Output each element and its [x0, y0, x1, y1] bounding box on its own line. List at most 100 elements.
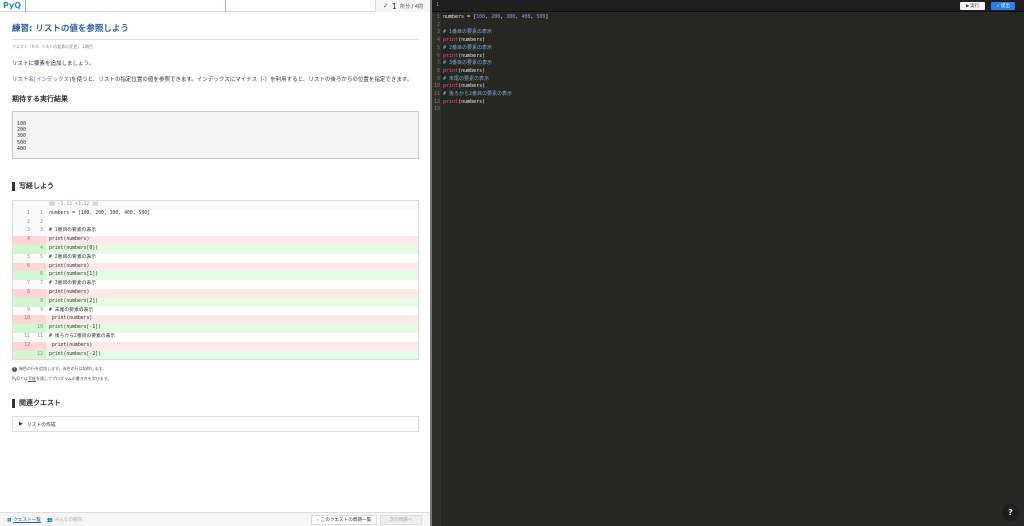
diff-line-ctx: 1 1 numbers = [100, 200, 300, 400, 500] — [13, 209, 418, 219]
explanation-text: リスト名[インデックス]を使うと、リストの指定位置の値を参照できます。インデック… — [12, 76, 419, 84]
copy-link[interactable]: 写経 — [28, 376, 36, 381]
old-line-number: 7 — [13, 280, 33, 289]
copy-note: PyQでは写経を通してプログラムの書き方を学びます。 — [12, 376, 419, 382]
old-line-number: 8 — [13, 288, 33, 298]
answers-label: みんなの解答 — [54, 518, 83, 523]
old-line-number: 4 — [13, 236, 33, 245]
line-number: 11 — [432, 91, 441, 99]
diff-code: # 後ろから2番目の要素の表示 — [49, 333, 116, 339]
diff-code: # 3番目の要素の表示 — [49, 281, 97, 287]
old-line-number — [13, 324, 33, 333]
explanation-rest: を使うと、リストの指定位置の値を参照できます。インデックスにマイナス（-）を利用… — [71, 77, 413, 83]
problem-list-button[interactable]: ‹ このクエストの問題一覧 — [311, 515, 377, 525]
new-line-number — [33, 341, 46, 351]
line-number: 4 — [432, 37, 441, 45]
expected-output: 100 200 300 500 400 — [12, 111, 419, 159]
diff-code: print(numbers) — [49, 263, 90, 269]
hunk-text: @@ -1,12 +1,12 @@ — [49, 202, 99, 207]
play-icon: ▶ — [965, 3, 970, 9]
breadcrumb: クエスト「6-0. リストの要素の変更」 1問目 — [12, 44, 93, 49]
diff-code: # 2番目の要素の表示 — [49, 254, 97, 260]
new-line-number: 1 — [33, 209, 46, 219]
quest-panel: PyQ ✓ 1 所分 / 4問 練習: リストの値を参照しよう クエスト「6-0… — [0, 0, 430, 526]
diff-line-add: 4 print(numbers[0]) — [13, 244, 418, 254]
diff-code — [46, 219, 49, 228]
editor-line[interactable]: 2 — [432, 21, 1024, 30]
syntax-highlight: リスト名[インデックス] — [12, 77, 72, 83]
copy-note-pre: PyQでは — [12, 376, 28, 382]
line-number: 1 — [432, 14, 441, 22]
new-line-number — [33, 288, 46, 298]
pyq-logo[interactable]: PyQ — [3, 1, 21, 11]
diff-line-add: 10 print(numbers[-1]) — [13, 324, 418, 333]
submit-button[interactable]: ✓ 提出 — [991, 2, 1015, 10]
line-number: 12 — [432, 98, 441, 107]
editor-line[interactable]: 8 print(numbers) — [432, 67, 1024, 76]
diff-code: # 1番目の要素の表示 — [49, 228, 97, 234]
progress-marker — [225, 0, 226, 12]
editor-line[interactable]: 11 # 後ろから2番目の要素の表示 — [432, 91, 1024, 99]
triangle-right-icon: ▶ — [19, 421, 23, 428]
code-text: # 1番目の要素の表示 — [443, 29, 493, 36]
code-text: print(numbers) — [443, 98, 486, 105]
line-number: 2 — [432, 21, 441, 30]
diff-line-del: 12 print(numbers) — [13, 341, 418, 351]
submit-label: 提出 — [1000, 4, 1010, 9]
editor-line[interactable]: 1 numbers = [100, 200, 300, 400, 500] — [432, 14, 1024, 22]
question-icon: ? — [12, 366, 17, 372]
new-line-number: 2 — [33, 218, 46, 228]
bottom-bar: ▦ クエスト一覧 👥 みんなの解答 ‹ このクエストの問題一覧 次の問題へ — [0, 512, 430, 526]
next-problem-button[interactable]: 次の問題へ — [380, 515, 422, 525]
instruction-text: リストに要素を追加しましょう。 — [12, 61, 95, 67]
new-line-number: 8 — [33, 297, 46, 307]
diff-code: print(numbers) — [49, 342, 93, 348]
code-text: # 2番目の要素の表示 — [443, 44, 493, 51]
page-title: 練習: リストの値を参照しよう — [12, 24, 419, 40]
new-line-number: 9 — [33, 306, 46, 316]
new-line-number — [33, 236, 46, 245]
old-line-number — [13, 271, 33, 281]
grid-icon: ▦ — [7, 517, 12, 523]
old-line-number: 10 — [13, 315, 33, 325]
related-quest-item[interactable]: ▶ リストの作成 — [12, 416, 419, 433]
old-line-number: 6 — [13, 262, 33, 272]
new-line-number: 12 — [33, 350, 46, 360]
editor-body[interactable]: 1 numbers = [100, 200, 300, 400, 500] 2 3 # … — [432, 13, 1024, 526]
next-problem-label: 次の問題へ — [389, 518, 413, 523]
quest-list-link[interactable]: ▦ クエスト一覧 — [7, 517, 41, 524]
expected-heading: 期待する実行結果 — [12, 95, 68, 103]
diff-line-ctx: 3 3 # 1番目の要素の表示 — [13, 227, 418, 237]
code-text: print(numbers) — [443, 37, 486, 44]
editor-line[interactable]: 3 # 1番目の要素の表示 — [432, 29, 1024, 38]
diff-line-ctx: 22 — [13, 218, 418, 228]
line-number: 5 — [432, 44, 441, 53]
run-button[interactable]: ▶ 実行 — [960, 2, 985, 10]
diff-code: print(numbers[2]) — [49, 298, 99, 304]
new-line-number: 11 — [33, 332, 46, 342]
editor-line[interactable]: 6 print(numbers) — [432, 52, 1024, 61]
old-line-number: 5 — [13, 253, 33, 263]
code-text: # 3番目の要素の表示 — [443, 60, 493, 67]
progress-text: 所分 / 4問 — [399, 3, 423, 10]
diff-line-del: 6 print(numbers) — [13, 262, 418, 272]
new-line-number: 4 — [33, 244, 46, 254]
diff-line-ctx: 11 11 # 後ろから2番目の要素の表示 — [13, 332, 418, 342]
help-button[interactable]: ? — [1002, 504, 1019, 521]
editor-line[interactable]: 13 — [432, 106, 1024, 115]
old-line-number: 9 — [13, 306, 33, 316]
editor-line[interactable]: 12 print(numbers) — [432, 98, 1024, 107]
editor-line[interactable]: 10 print(numbers) — [432, 83, 1024, 91]
answers-link[interactable]: 👥 みんなの解答 — [47, 517, 83, 524]
code-text: numbers = [100, 200, 300, 400, 500] — [443, 14, 549, 20]
editor-line[interactable]: 7 # 3番目の要素の表示 — [432, 60, 1024, 68]
diff-line-add: 12 print(numbers[-2]) — [13, 350, 418, 360]
editor-line[interactable]: 5 # 2番目の要素の表示 — [432, 44, 1024, 53]
editor-line[interactable]: 9 # 末尾の要素の表示 — [432, 75, 1024, 84]
diff-code: print(numbers[1]) — [49, 272, 99, 278]
diff-code: # 末尾の要素の表示 — [49, 307, 94, 313]
editor-line[interactable]: 4 print(numbers) — [432, 37, 1024, 45]
code-text: # 末尾の要素の表示 — [443, 75, 490, 82]
diff-line-add: 8 print(numbers[2]) — [13, 297, 418, 307]
